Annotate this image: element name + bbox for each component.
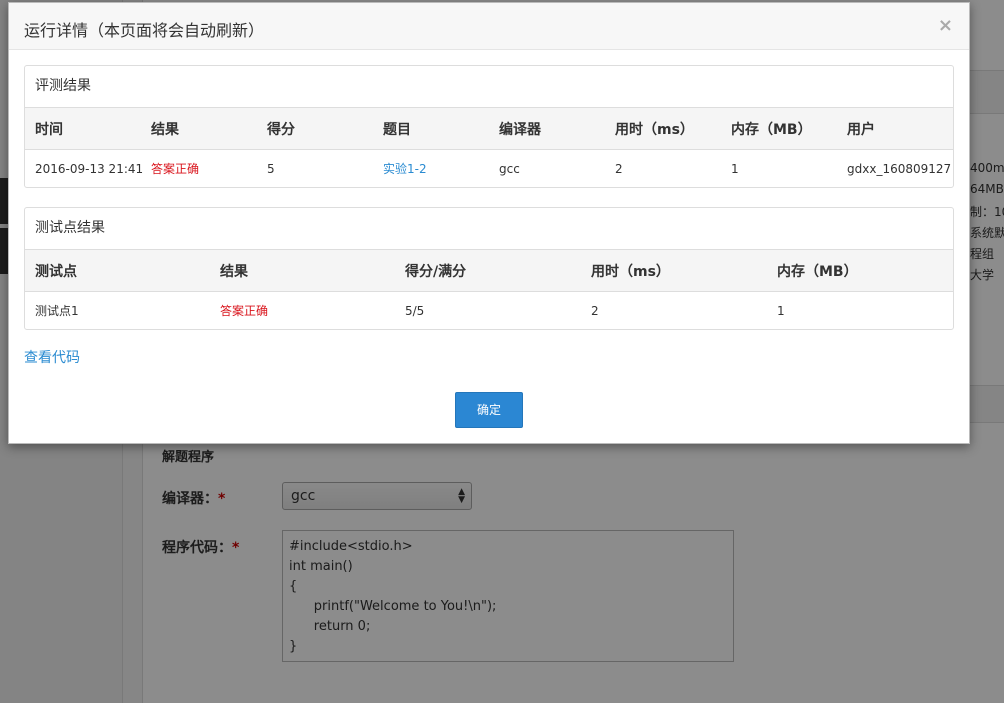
modal-header: 运行详情（本页面将会自动刷新） × (9, 3, 969, 50)
testcase-result-table: 测试点 结果 得分/满分 用时（ms） 内存（MB） 测试点1 答案正确 5/5… (25, 250, 953, 329)
judge-result-box: 评测结果 时间 结果 得分 题目 编译器 用时（ms） 内存（MB） 用户 20… (24, 65, 954, 188)
col-time-ms: 用时（ms） (605, 108, 721, 150)
table-header-row: 测试点 结果 得分/满分 用时（ms） 内存（MB） (25, 250, 953, 292)
problem-link[interactable]: 实验1-2 (373, 150, 489, 188)
cell-result: 答案正确 (220, 304, 269, 318)
col-time-ms: 用时（ms） (581, 250, 767, 292)
col-result: 结果 (141, 108, 257, 150)
cell-memory: 1 (777, 303, 785, 318)
cell-time: 2016-09-13 21:41 (35, 161, 144, 176)
col-memory: 内存（MB） (721, 108, 837, 150)
col-user: 用户 (837, 108, 953, 150)
testcase-result-box: 测试点结果 测试点 结果 得分/满分 用时（ms） 内存（MB） 测试点1 答案… (24, 207, 954, 330)
col-testcase: 测试点 (25, 250, 210, 292)
col-score-full: 得分/满分 (395, 250, 581, 292)
col-result: 结果 (210, 250, 395, 292)
cell-user: gdxx_160809127 (847, 161, 952, 176)
col-compiler: 编译器 (489, 108, 605, 150)
judge-result-table: 时间 结果 得分 题目 编译器 用时（ms） 内存（MB） 用户 2016-09… (25, 108, 953, 187)
modal-title: 运行详情（本页面将会自动刷新） (24, 21, 265, 40)
col-score: 得分 (257, 108, 373, 150)
col-memory: 内存（MB） (767, 250, 953, 292)
cell-memory: 1 (731, 161, 739, 176)
table-row: 2016-09-13 21:41 答案正确 5 实验1-2 gcc 2 1 gd… (25, 150, 953, 188)
cell-time-ms: 2 (591, 303, 599, 318)
judge-result-heading: 评测结果 (25, 66, 953, 108)
confirm-button[interactable]: 确定 (455, 392, 523, 428)
testcase-result-heading: 测试点结果 (25, 208, 953, 250)
cell-score: 5 (267, 161, 275, 176)
close-icon[interactable]: × (938, 15, 953, 36)
cell-testcase: 测试点1 (35, 304, 79, 318)
run-details-modal: 运行详情（本页面将会自动刷新） × 评测结果 时间 结果 得分 题目 编译器 用… (8, 2, 970, 444)
table-row: 测试点1 答案正确 5/5 2 1 (25, 292, 953, 330)
view-code-link[interactable]: 查看代码 (24, 347, 80, 367)
cell-score: 5/5 (405, 303, 425, 318)
col-problem: 题目 (373, 108, 489, 150)
table-header-row: 时间 结果 得分 题目 编译器 用时（ms） 内存（MB） 用户 (25, 108, 953, 150)
cell-time-ms: 2 (615, 161, 623, 176)
cell-result: 答案正确 (151, 162, 200, 176)
col-time: 时间 (25, 108, 141, 150)
cell-compiler: gcc (499, 161, 520, 176)
